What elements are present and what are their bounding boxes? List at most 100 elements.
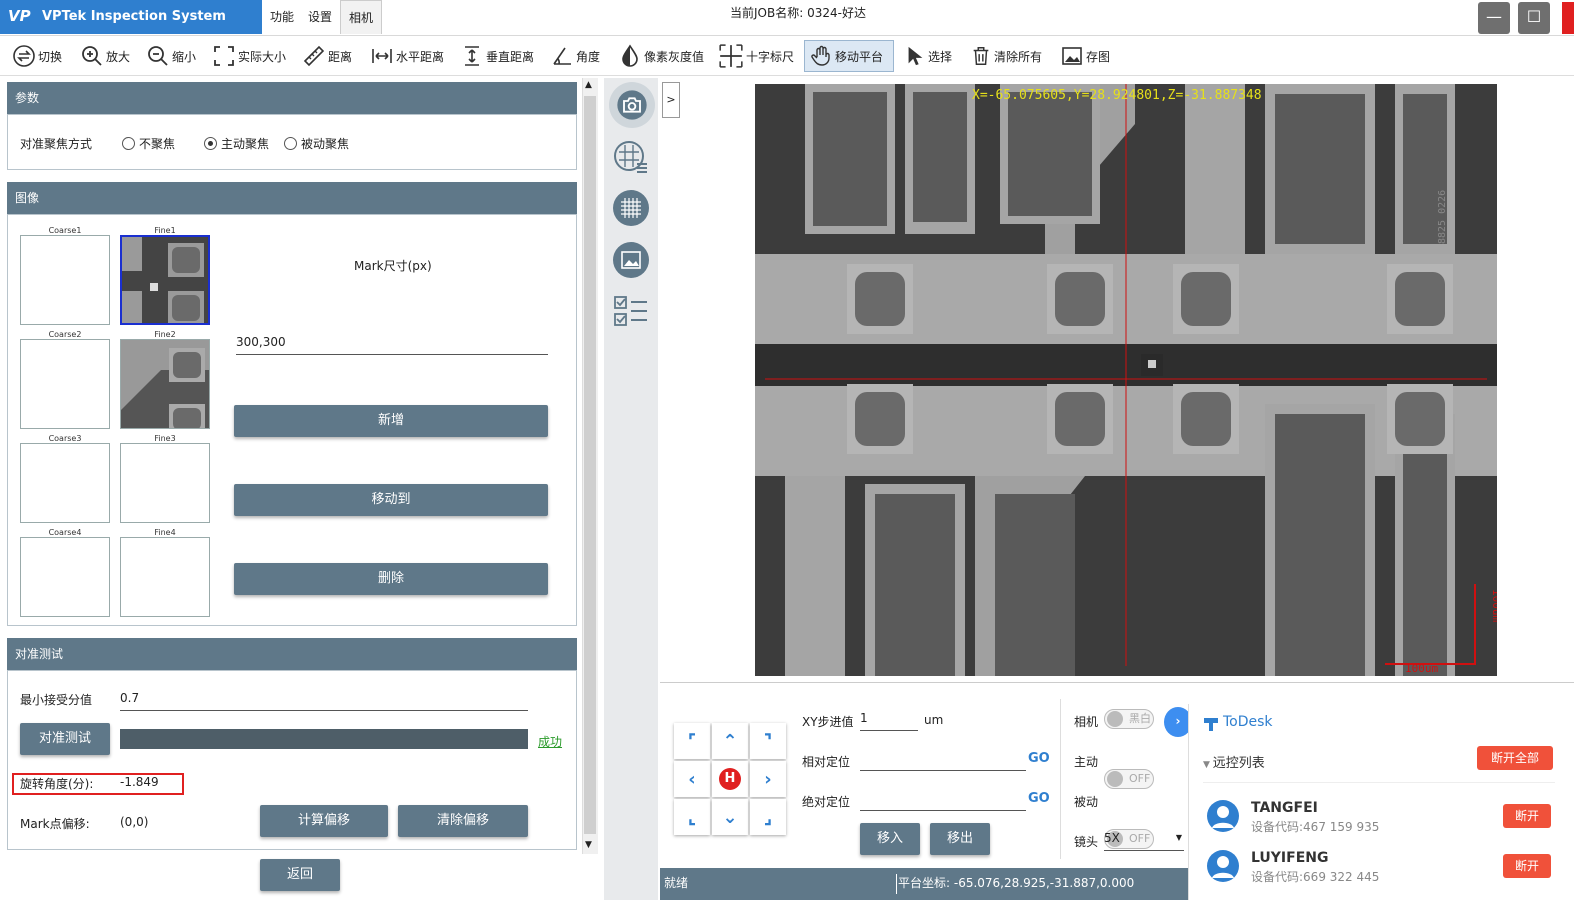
chevron-down-icon: ▼ xyxy=(1175,833,1182,842)
jog-up-left-button[interactable]: ⌜ xyxy=(674,723,710,759)
add-button[interactable]: 新增 xyxy=(234,405,548,437)
absolute-go-button[interactable]: GO xyxy=(1028,791,1050,806)
jog-right-button[interactable]: › xyxy=(750,761,786,797)
camera-mode-toggle[interactable]: 黑白 xyxy=(1104,709,1154,729)
radio-active-focus[interactable]: 主动聚焦 xyxy=(204,135,269,152)
distance-button[interactable]: 距离 xyxy=(298,40,356,72)
chip-marking: 8825 0226 xyxy=(1437,190,1448,244)
relative-go-button[interactable]: GO xyxy=(1028,751,1050,766)
jog-left-button[interactable]: ‹ xyxy=(674,761,710,797)
camera-image[interactable]: 8825 0226 100um 100um xyxy=(755,84,1497,676)
move-stage-button[interactable]: 移动平台 xyxy=(804,40,894,72)
move-out-button[interactable]: 移出 xyxy=(930,823,990,855)
zoom-out-button[interactable]: 缩小 xyxy=(142,40,200,72)
step-input[interactable]: 1 xyxy=(860,711,918,731)
thumb-label: Fine2 xyxy=(154,330,176,339)
disconnect-button[interactable]: 断开 xyxy=(1503,854,1551,878)
jog-up-button[interactable]: ⌃ xyxy=(712,723,748,759)
thumb-coarse2[interactable] xyxy=(20,339,110,429)
calc-offset-button[interactable]: 计算偏移 xyxy=(260,805,388,837)
menu-camera[interactable]: 相机 xyxy=(340,0,383,34)
scroll-down-icon[interactable]: ▼ xyxy=(585,840,592,850)
scroll-thumb[interactable] xyxy=(584,96,596,834)
thumb-fine4[interactable] xyxy=(120,537,210,617)
thumb-coarse3[interactable] xyxy=(20,443,110,523)
title-bar: VPTek Inspection System 4.2.0.3390 VP 功能… xyxy=(0,0,1574,58)
move-in-button[interactable]: 移入 xyxy=(860,823,920,855)
frame-image-button[interactable] xyxy=(613,242,649,278)
thumb-label: Coarse2 xyxy=(48,330,82,339)
delete-button[interactable]: 删除 xyxy=(234,563,548,595)
thumb-coarse1[interactable] xyxy=(20,235,110,325)
pixel-gray-button[interactable]: 像素灰度值 xyxy=(614,40,708,72)
align-test-button[interactable]: 对准测试 xyxy=(20,723,110,755)
zoom-in-button[interactable]: 放大 xyxy=(76,40,134,72)
user-device-code: 设备代码:669 322 445 xyxy=(1251,870,1380,884)
return-button[interactable]: 返回 xyxy=(260,859,340,891)
jog-down-right-button[interactable]: ⌟ xyxy=(750,799,786,835)
select-button[interactable]: 选择 xyxy=(900,40,956,72)
actual-size-button[interactable]: 实际大小 xyxy=(208,40,290,72)
mark-offset-label: Mark点偏移: xyxy=(20,817,90,831)
angle-button[interactable]: 角度 xyxy=(546,40,604,72)
save-image-button[interactable]: 存图 xyxy=(1056,40,1114,72)
radio-passive-focus[interactable]: 被动聚焦 xyxy=(284,135,349,152)
close-button[interactable] xyxy=(1562,2,1574,34)
focus-mode-label: 对准聚焦方式 xyxy=(20,137,93,151)
collapse-panel-button[interactable]: > xyxy=(662,82,680,118)
disconnect-all-button[interactable]: 断开全部 xyxy=(1477,746,1553,770)
crosshair-ruler-button[interactable]: 十字标尺 xyxy=(714,40,798,72)
align-result: 成功 xyxy=(538,735,563,749)
grid-button[interactable] xyxy=(613,190,649,226)
user-avatar xyxy=(1207,850,1239,882)
hand-icon xyxy=(811,45,830,66)
jog-home-button[interactable]: H xyxy=(712,761,748,797)
menu-function[interactable]: 功能 xyxy=(262,0,302,34)
grid-icon xyxy=(621,198,641,218)
angle-icon xyxy=(553,47,571,65)
thumb-coarse4[interactable] xyxy=(20,537,110,617)
disconnect-button[interactable]: 断开 xyxy=(1503,804,1551,828)
maximize-button[interactable]: ☐ xyxy=(1518,2,1550,34)
scroll-up-icon[interactable]: ▲ xyxy=(585,80,592,90)
passive-focus-label: 被动 xyxy=(1074,795,1099,809)
scale-horizontal-label: 100um xyxy=(1405,662,1438,675)
thumb-fine2[interactable] xyxy=(120,339,210,429)
cursor-icon xyxy=(908,46,923,66)
radio-circle-selected xyxy=(204,137,217,150)
left-scrollbar[interactable]: ▲ ▼ xyxy=(582,78,598,854)
step-label: XY步进值 xyxy=(802,715,854,729)
move-to-button[interactable]: 移动到 xyxy=(234,484,548,516)
active-focus-label: 主动 xyxy=(1074,755,1099,769)
jog-down-left-button[interactable]: ⌞ xyxy=(674,799,710,835)
checklist-icon xyxy=(614,296,647,326)
thumb-fine3[interactable] xyxy=(120,443,210,523)
focus-grid-button[interactable] xyxy=(613,140,651,176)
jog-up-right-button[interactable]: ⌝ xyxy=(750,723,786,759)
menu-settings[interactable]: 设置 xyxy=(300,0,340,34)
todesk-logo-icon xyxy=(1204,718,1218,731)
vertical-measure-icon xyxy=(465,46,479,66)
thumb-fine1[interactable] xyxy=(120,235,210,325)
relative-position-label: 相对定位 xyxy=(802,755,851,769)
active-focus-toggle[interactable]: OFF xyxy=(1104,769,1154,789)
platform-coordinates: 平台坐标: -65.076,28.925,-31.887,0.000 xyxy=(898,876,1135,890)
trash-icon xyxy=(973,47,989,65)
clear-offset-button[interactable]: 清除偏移 xyxy=(398,805,528,837)
minimize-button[interactable]: — xyxy=(1478,2,1510,34)
camera-mode-label: 相机 xyxy=(1074,715,1099,729)
switch-button[interactable]: 切换 xyxy=(8,40,66,72)
jog-down-button[interactable]: ⌄ xyxy=(712,799,748,835)
align-progress-bar xyxy=(120,729,528,749)
mark-size-input[interactable]: 300,300 xyxy=(236,335,548,355)
camera-button[interactable] xyxy=(609,82,655,128)
checklist-button[interactable] xyxy=(613,294,651,330)
vertical-distance-button[interactable]: 垂直距离 xyxy=(456,40,538,72)
radio-no-focus[interactable]: 不聚焦 xyxy=(122,135,175,152)
absolute-position-input[interactable] xyxy=(860,791,1026,811)
clear-all-button[interactable]: 清除所有 xyxy=(966,40,1046,72)
min-score-input[interactable]: 0.7 xyxy=(120,691,528,711)
relative-position-input[interactable] xyxy=(860,751,1026,771)
lens-select[interactable]: 5X ▼ xyxy=(1104,831,1184,851)
horizontal-distance-button[interactable]: 水平距离 xyxy=(366,40,448,72)
